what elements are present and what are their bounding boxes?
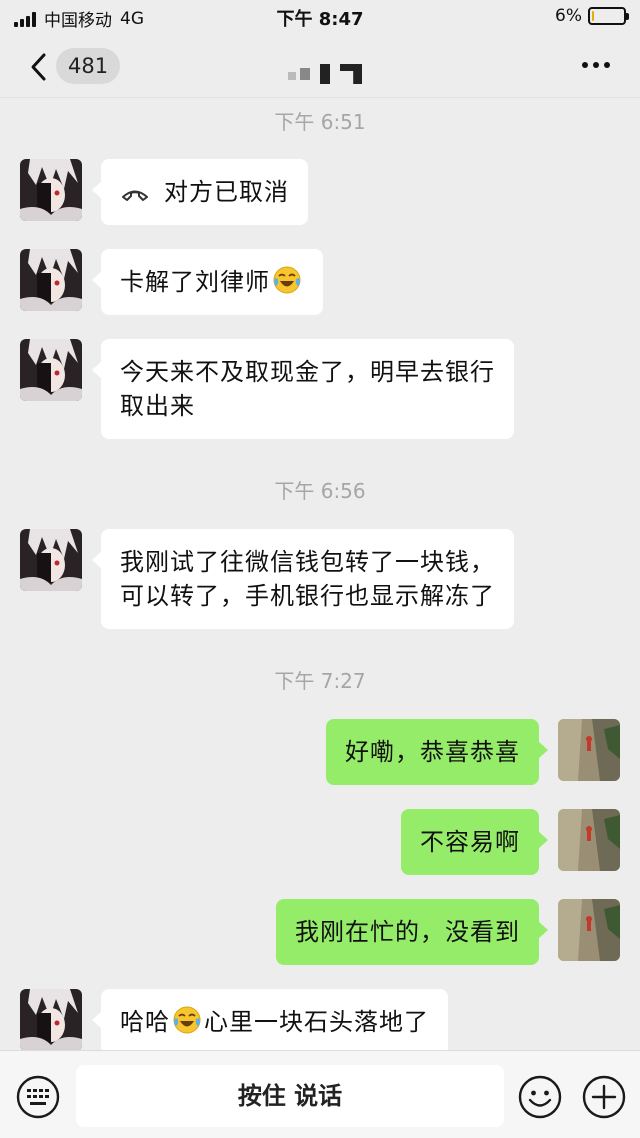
avatar-image: [558, 809, 620, 871]
message-bubble-other[interactable]: 我刚试了往微信钱包转了一块钱， 可以转了，手机银行也显示解冻了: [92, 529, 514, 629]
input-bar: 按住 说话: [0, 1050, 640, 1138]
message-text: 卡解了刘律师: [120, 268, 270, 296]
back-button[interactable]: [28, 52, 50, 82]
avatar-image: [20, 339, 82, 401]
contact-avatar[interactable]: [20, 529, 82, 591]
message-text: 好嘞，恭喜恭喜: [345, 738, 520, 766]
more-options-button[interactable]: [582, 62, 610, 68]
avatar-image: [20, 159, 82, 221]
hold-to-talk-button[interactable]: 按住 说话: [76, 1065, 504, 1127]
message-text: 哈哈: [120, 1008, 170, 1036]
status-time: 下午 8:47: [276, 9, 364, 30]
status-bar: 中国移动 4G 下午 8:47 6%: [0, 0, 640, 34]
tears-of-joy-emoji: [273, 266, 301, 294]
my-avatar[interactable]: [558, 719, 620, 781]
tears-of-joy-emoji: [173, 1006, 201, 1034]
chat-header: 481: [0, 34, 640, 98]
my-avatar[interactable]: [558, 809, 620, 871]
more-functions-button[interactable]: [582, 1075, 626, 1119]
message-text-line: 可以转了，手机银行也显示解冻了: [120, 582, 495, 610]
contact-name-redacted: [288, 58, 362, 84]
phone-hangup-icon: [122, 190, 148, 201]
message-bubble-self[interactable]: 不容易啊: [401, 809, 548, 875]
message-text: 我刚在忙的，没看到: [295, 918, 520, 946]
emoji-icon: [518, 1075, 562, 1119]
battery-level: [592, 11, 594, 21]
timestamp: 下午 6:56: [274, 479, 366, 503]
unread-count-badge[interactable]: 481: [56, 48, 121, 84]
more-dot-icon: [582, 62, 588, 68]
timestamp: 下午 7:27: [274, 669, 366, 693]
message-bubble-other[interactable]: 对方已取消: [92, 159, 308, 225]
message-list[interactable]: 下午 6:51 对方已取消 卡解了刘律师 今天来不及取现金了，明早去银行 取出来…: [0, 98, 640, 1055]
battery-percent: 6%: [555, 6, 582, 26]
call-status-text: 对方已取消: [164, 178, 289, 206]
message-bubble-other[interactable]: 卡解了刘律师: [92, 249, 323, 315]
battery-icon: [588, 7, 629, 25]
timestamp: 下午 6:51: [274, 110, 366, 134]
emoji-button[interactable]: [518, 1075, 562, 1119]
chevron-left-icon: [31, 53, 46, 81]
more-dot-icon: [604, 62, 610, 68]
message-text-line: 我刚试了往微信钱包转了一块钱，: [120, 548, 495, 576]
contact-avatar[interactable]: [20, 989, 82, 1051]
avatar-image: [20, 989, 82, 1051]
avatar-image: [20, 249, 82, 311]
avatar-image: [558, 899, 620, 961]
plus-icon: [582, 1075, 626, 1119]
contact-avatar[interactable]: [20, 159, 82, 221]
keyboard-icon: [16, 1075, 60, 1119]
message-text-line: 取出来: [120, 392, 195, 420]
message-bubble-other[interactable]: 今天来不及取现金了，明早去银行 取出来: [92, 339, 514, 439]
message-bubble-self[interactable]: 好嘞，恭喜恭喜: [326, 719, 548, 785]
my-avatar[interactable]: [558, 899, 620, 961]
status-right: 6%: [555, 6, 629, 26]
message-text: 心里一块石头落地了: [204, 1008, 429, 1036]
message-text-line: 今天来不及取现金了，明早去银行: [120, 358, 495, 386]
message-bubble-other[interactable]: 哈哈 心里一块石头落地了: [92, 989, 448, 1055]
message-bubble-self[interactable]: 我刚在忙的，没看到: [276, 899, 548, 965]
avatar-image: [558, 719, 620, 781]
more-dot-icon: [593, 62, 599, 68]
contact-avatar[interactable]: [20, 339, 82, 401]
message-text: 不容易啊: [420, 828, 520, 856]
contact-avatar[interactable]: [20, 249, 82, 311]
keyboard-toggle-button[interactable]: [16, 1075, 60, 1119]
avatar-image: [20, 529, 82, 591]
